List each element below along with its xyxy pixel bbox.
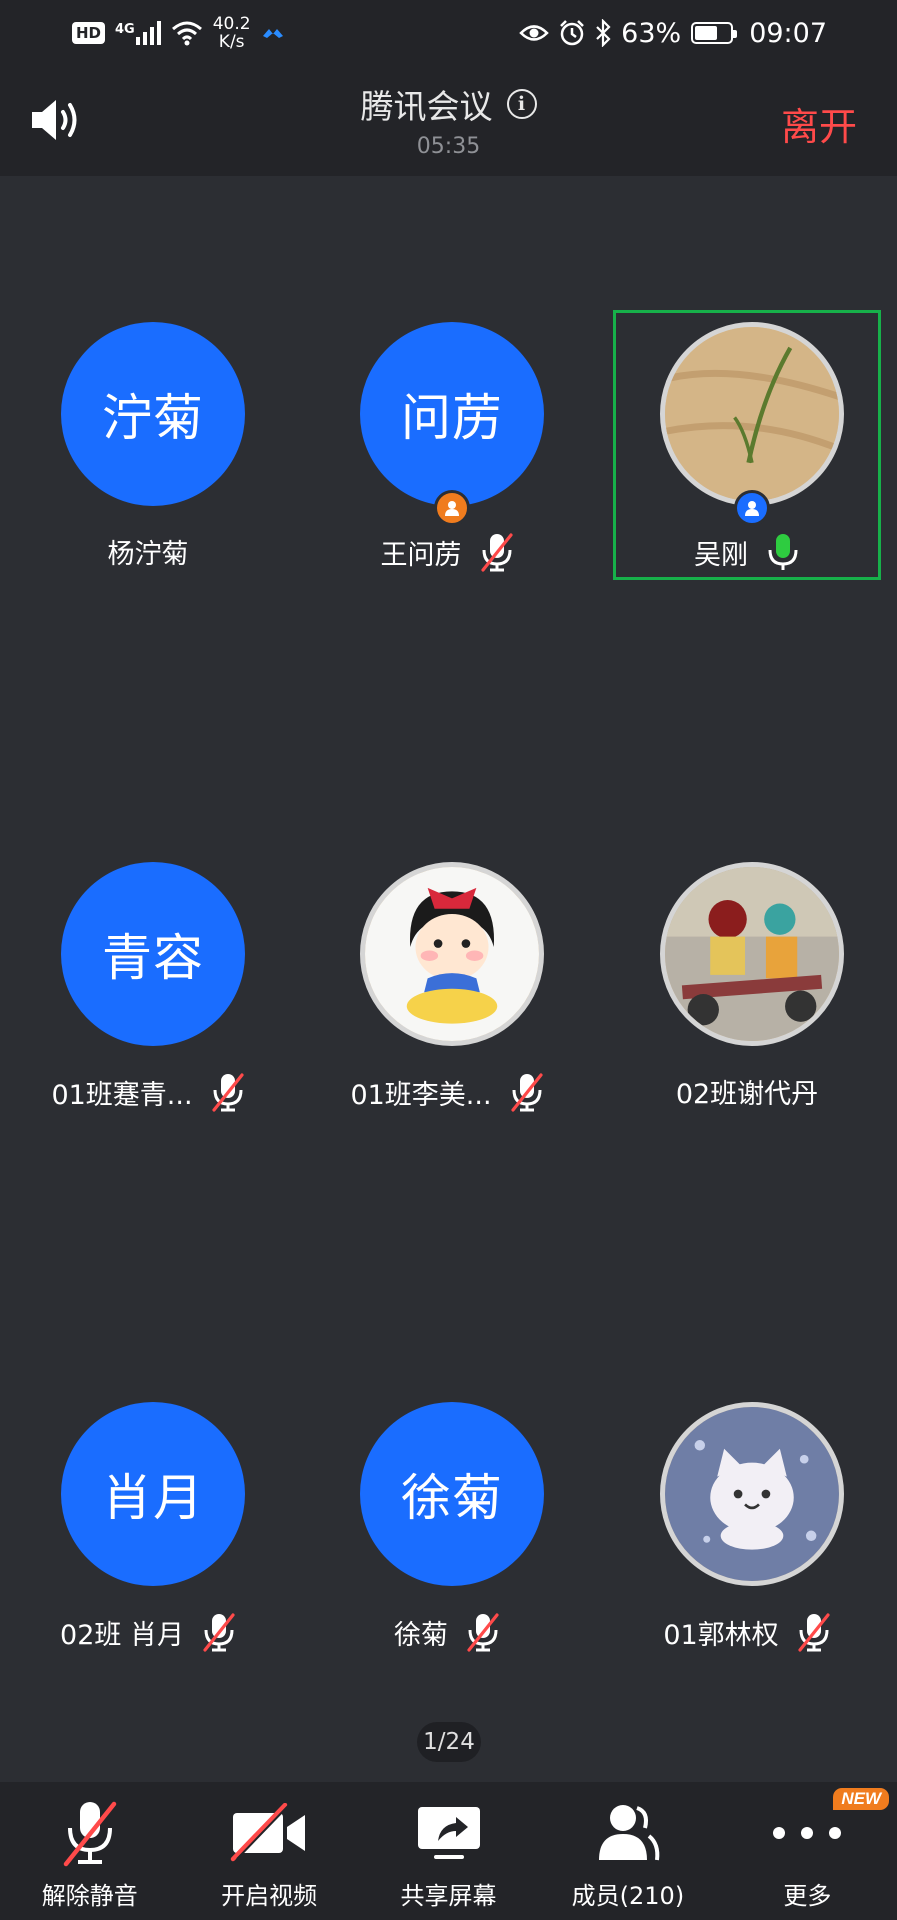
participant-avatar: 肖月: [61, 1402, 245, 1586]
mic-muted-icon: [211, 1072, 245, 1112]
participant-name-row: 杨泞菊: [14, 532, 282, 571]
mic-muted-icon: [480, 532, 514, 572]
app-notification-icon: [262, 29, 283, 38]
mic-muted-icon: [466, 1612, 500, 1652]
unmute-label: 解除静音: [41, 1882, 138, 1910]
participant-avatar: 泞菊: [61, 322, 245, 506]
network-speed: 40.2 K/s: [213, 15, 251, 51]
participant-name-row: 02班 肖月: [14, 1612, 282, 1652]
eye-comfort-icon: [519, 25, 549, 41]
new-badge: NEW: [833, 1788, 890, 1810]
participant-tile[interactable]: 青容 01班蹇青...: [14, 850, 282, 1120]
host-badge-icon: [434, 490, 470, 526]
participant-tile[interactable]: 01郭林权: [613, 1390, 881, 1660]
participant-name-row: 01班蹇青...: [14, 1072, 282, 1112]
participant-name: 徐菊: [394, 1619, 448, 1651]
meeting-header: 腾讯会议 i 05:35 离开: [0, 66, 897, 176]
meeting-title-area: 腾讯会议 i 05:35: [0, 80, 897, 159]
participant-name: 02班谢代丹: [675, 1079, 819, 1110]
speed-value: 40.2: [212, 14, 251, 34]
status-right: 63% 09:07: [519, 18, 827, 49]
participant-name: 01班李美...: [350, 1079, 492, 1111]
participant-tile[interactable]: 泞菊杨泞菊: [14, 310, 282, 580]
participant-name-row: 01郭林权: [613, 1612, 881, 1652]
share-screen-label: 共享屏幕: [400, 1882, 497, 1910]
participant-avatar: [660, 1402, 844, 1586]
share-screen-icon: [407, 1796, 491, 1870]
mic-muted-icon: [797, 1612, 831, 1652]
bluetooth-icon: [596, 19, 611, 47]
participant-avatar: 问苈: [360, 322, 544, 506]
wifi-icon: [171, 21, 202, 46]
clock: 09:07: [749, 17, 827, 49]
participant-name-row: 02班谢代丹: [613, 1072, 881, 1111]
bottom-toolbar: 解除静音 开启视频 共享屏幕 成员(210) NEW 更多: [0, 1782, 897, 1920]
participant-tile[interactable]: 01班李美...: [313, 850, 581, 1120]
participant-avatar: [360, 862, 544, 1046]
unmute-button[interactable]: 解除静音: [0, 1782, 179, 1920]
members-count: (210): [619, 1882, 685, 1910]
members-icon: [586, 1796, 670, 1870]
participant-avatar: 徐菊: [360, 1402, 544, 1586]
share-screen-button[interactable]: 共享屏幕: [359, 1782, 538, 1920]
network-type: 4G: [115, 22, 135, 37]
participant-name: 01班蹇青...: [51, 1079, 193, 1111]
participant-avatar: [660, 322, 844, 506]
participant-tile[interactable]: 吴刚: [613, 310, 881, 580]
speed-unit: K/s: [218, 32, 245, 52]
meeting-title: 腾讯会议: [360, 87, 493, 126]
participant-name: 杨泞菊: [107, 539, 189, 570]
battery-fill: [695, 26, 717, 40]
mic-muted-icon: [510, 1072, 544, 1112]
battery-percent: 63%: [621, 17, 682, 49]
info-icon[interactable]: i: [506, 89, 537, 119]
meeting-timer: 05:35: [416, 134, 481, 159]
hd-indicator: HD: [72, 22, 106, 44]
mic-muted-icon: [48, 1796, 132, 1870]
participant-name-row: 吴刚: [613, 532, 881, 572]
members-label: 成员(210): [572, 1876, 685, 1911]
participant-name: 吴刚: [694, 539, 748, 571]
leave-button[interactable]: 离开: [781, 96, 857, 151]
participant-tile[interactable]: 肖月 02班 肖月: [14, 1390, 282, 1660]
start-video-button[interactable]: 开启视频: [179, 1782, 358, 1920]
participant-name: 02班 肖月: [60, 1619, 184, 1651]
participant-tile[interactable]: 02班谢代丹: [613, 850, 881, 1120]
more-label: 更多: [783, 1882, 832, 1910]
participant-tile[interactable]: 徐菊 徐菊: [313, 1390, 581, 1660]
more-button[interactable]: NEW 更多: [718, 1782, 897, 1920]
participant-name: 01郭林权: [663, 1619, 779, 1651]
mic-muted-icon: [202, 1612, 236, 1652]
participant-avatar: [660, 862, 844, 1046]
alarm-icon: [560, 20, 585, 46]
mic-speaking-icon: [766, 532, 800, 572]
participant-name-row: 01班李美...: [313, 1072, 581, 1112]
status-left: HD 4G 40.2 K/s: [72, 15, 285, 51]
participant-name-row: 王问苈: [313, 532, 581, 572]
battery-icon: [691, 22, 738, 44]
cellular-signal-icon: 4G: [115, 21, 161, 45]
status-bar: HD 4G 40.2 K/s 63% 09:07: [0, 0, 897, 66]
meeting-title-row[interactable]: 腾讯会议 i: [361, 80, 537, 128]
participant-avatar: 青容: [61, 862, 245, 1046]
participant-name: 王问苈: [380, 539, 462, 571]
start-video-label: 开启视频: [221, 1882, 318, 1910]
cohost-badge-icon: [734, 490, 770, 526]
members-label-text: 成员: [571, 1882, 620, 1910]
members-button[interactable]: 成员(210): [538, 1782, 717, 1920]
video-off-icon: [227, 1796, 311, 1870]
page-indicator: 1/24: [417, 1722, 481, 1762]
participant-tile[interactable]: 问苈王问苈: [313, 310, 581, 580]
participant-name-row: 徐菊: [313, 1612, 581, 1652]
